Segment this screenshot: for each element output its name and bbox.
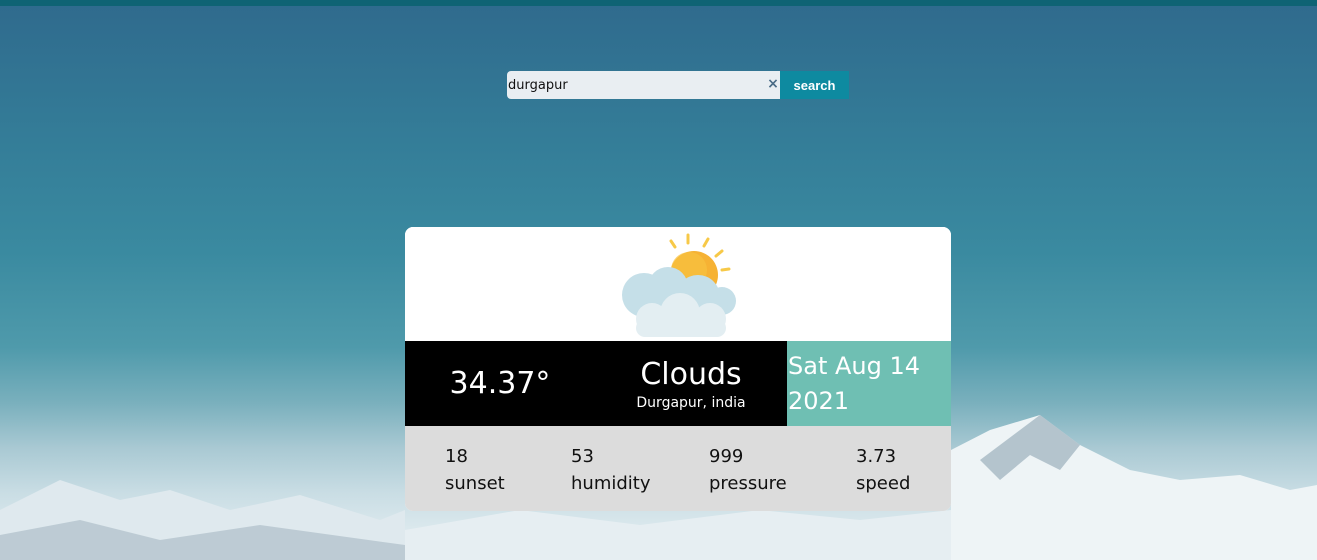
stat-speed: 3.73 speed [856,443,910,497]
stats-panel: 18 sunset 53 humidity 999 pressure 3.73 … [405,426,951,511]
weather-summary-band: 34.37° Clouds Durgapur, india Sat Aug 14… [405,341,951,426]
date-panel: Sat Aug 14 2021 [787,341,951,426]
search-button[interactable]: search [780,71,849,99]
condition-block: Clouds Durgapur, india [595,357,787,411]
condition-label: Clouds [640,356,742,392]
search-bar: × search [507,71,849,99]
stat-value: 3.73 [856,446,897,467]
stat-label: speed [856,473,911,494]
stat-label: humidity [571,473,651,494]
search-input[interactable] [507,71,780,99]
stat-sunset: 18 sunset [445,443,505,497]
stat-label: sunset [445,473,505,494]
stat-value: 18 [445,446,468,467]
temperature: 34.37° [449,366,551,401]
stat-label: pressure [709,473,787,494]
date-line-2: 2021 [788,387,850,415]
stat-humidity: 53 humidity [571,443,651,497]
partly-cloudy-sun-icon [622,233,736,337]
top-bar [0,0,1317,6]
clear-icon[interactable]: × [766,77,780,91]
stat-value: 53 [571,446,594,467]
location-label: Durgapur, india [636,394,746,411]
weather-icon-area [405,227,951,341]
stat-value: 999 [709,446,744,467]
stat-pressure: 999 pressure [709,443,787,497]
weather-app-page: × search [0,0,1317,560]
weather-card: 34.37° Clouds Durgapur, india Sat Aug 14… [405,227,951,511]
current-conditions-panel: 34.37° Clouds Durgapur, india [405,341,787,426]
date-line-1: Sat Aug 14 [788,352,921,380]
